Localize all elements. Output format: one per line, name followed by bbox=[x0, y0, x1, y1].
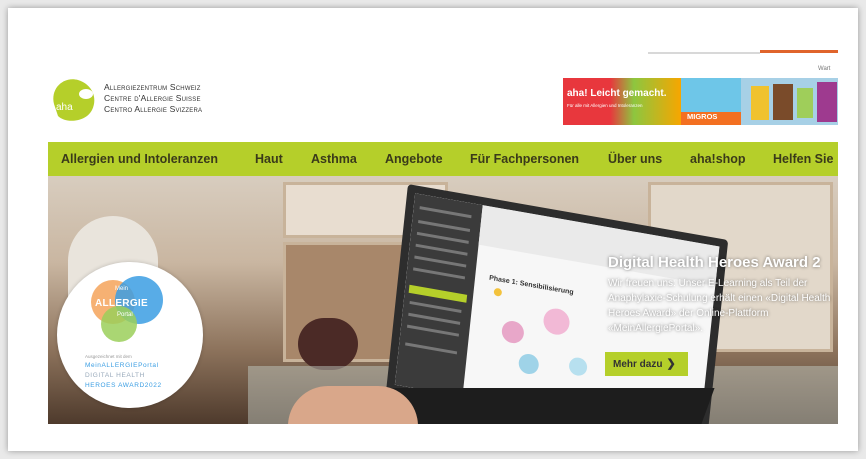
product-pack-icon bbox=[773, 84, 793, 120]
logo-wordmark: Allergiezentrum Schweiz Centre d'Allergi… bbox=[104, 82, 202, 115]
nav-item-haut[interactable]: Haut bbox=[255, 142, 283, 176]
sidebar-line bbox=[418, 220, 471, 233]
top-divider bbox=[648, 52, 760, 54]
sidebar-line bbox=[414, 255, 467, 268]
migros-logo: MIGROS bbox=[687, 112, 718, 121]
sidebar-line bbox=[416, 231, 469, 244]
promo-subline: Für alle mit Allergien und Intoleranzen bbox=[567, 103, 643, 108]
chevron-right-icon: ❯ bbox=[666, 358, 676, 370]
award-line-3: HEROES AWARD2022 bbox=[85, 382, 162, 389]
award-logo-main: ALLERGIE bbox=[95, 298, 148, 309]
teaser-title: Digital Health Heroes Award 2 bbox=[608, 254, 821, 271]
logo-mark-text: aha bbox=[56, 102, 73, 113]
award-line-2: DIGITAL HEALTH bbox=[85, 372, 145, 379]
award-badge: Mein ALLERGIE Portal Ausgezeichnet mit d… bbox=[57, 262, 203, 408]
aha-logo-icon: aha bbox=[53, 79, 95, 121]
main-navigation: Allergien und Intoleranzen Haut Asthma A… bbox=[48, 142, 838, 176]
sidebar-line bbox=[413, 267, 466, 280]
award-logo-top: Mein bbox=[115, 286, 129, 292]
sidebar-line bbox=[405, 342, 458, 355]
cell-illustration-icon bbox=[500, 319, 525, 345]
mehr-dazu-button[interactable]: Mehr dazu ❯ bbox=[605, 352, 688, 376]
logo-line-fr: Centre d'Allergie Suisse bbox=[104, 93, 201, 103]
sidebar-line bbox=[406, 324, 460, 337]
sidebar-active-item bbox=[408, 284, 468, 303]
teaser-body: Wir freuen uns: Unser E-Learning als Tei… bbox=[608, 278, 831, 334]
award-line-1: MeinALLERGIEPortal bbox=[85, 362, 159, 369]
nav-item-fachpersonen[interactable]: Für Fachpersonen bbox=[470, 142, 579, 176]
product-pack-icon bbox=[817, 82, 837, 122]
product-pack-icon bbox=[751, 86, 769, 120]
cell-illustration-icon bbox=[517, 352, 540, 376]
logo-line-de: Allergiezentrum Schweiz bbox=[104, 82, 201, 92]
nav-item-angebote[interactable]: Angebote bbox=[385, 142, 443, 176]
mehr-dazu-label: Mehr dazu bbox=[613, 359, 663, 370]
laptop-keyboard bbox=[371, 388, 715, 424]
browser-viewport: Wart aha Allergiezentrum Schweiz Centre … bbox=[8, 8, 858, 451]
cell-illustration-icon bbox=[542, 306, 571, 337]
promo-color-block bbox=[563, 78, 681, 125]
promo-headline: aha! Leicht gemacht. bbox=[567, 88, 667, 99]
award-logo-bottom: Portal bbox=[117, 312, 133, 318]
sidebar-line bbox=[408, 312, 461, 325]
hero-slider[interactable]: Phase 1: Sensibilisierung Mein ALLERGIE … bbox=[48, 176, 838, 424]
allergen-star-icon bbox=[493, 287, 503, 297]
hero-hand bbox=[288, 386, 418, 424]
sidebar-line bbox=[415, 243, 468, 256]
nav-item-shop[interactable]: aha!shop bbox=[690, 142, 746, 176]
logo-line-it: Centro Allergie Svizzera bbox=[104, 104, 203, 114]
cell-illustration-icon bbox=[568, 356, 588, 378]
top-utility-link[interactable]: Wart bbox=[818, 66, 830, 72]
elearning-sidebar bbox=[394, 193, 483, 397]
sidebar-line bbox=[419, 206, 472, 219]
nav-item-asthma[interactable]: Asthma bbox=[311, 142, 357, 176]
hero-pot bbox=[298, 318, 358, 370]
promo-banner[interactable]: aha! Leicht gemacht. Für alle mit Allerg… bbox=[563, 78, 838, 125]
site-logo[interactable]: aha Allergiezentrum Schweiz Centre d'All… bbox=[48, 74, 248, 134]
product-pack-icon bbox=[797, 88, 813, 118]
top-accent-line bbox=[760, 50, 838, 53]
nav-item-helfen[interactable]: Helfen Sie bbox=[773, 142, 833, 176]
nav-item-allergien[interactable]: Allergien und Intoleranzen bbox=[61, 142, 218, 176]
nav-item-ueber-uns[interactable]: Über uns bbox=[608, 142, 662, 176]
sidebar-line bbox=[409, 300, 462, 313]
award-caption: Ausgezeichnet mit dem bbox=[85, 354, 132, 359]
